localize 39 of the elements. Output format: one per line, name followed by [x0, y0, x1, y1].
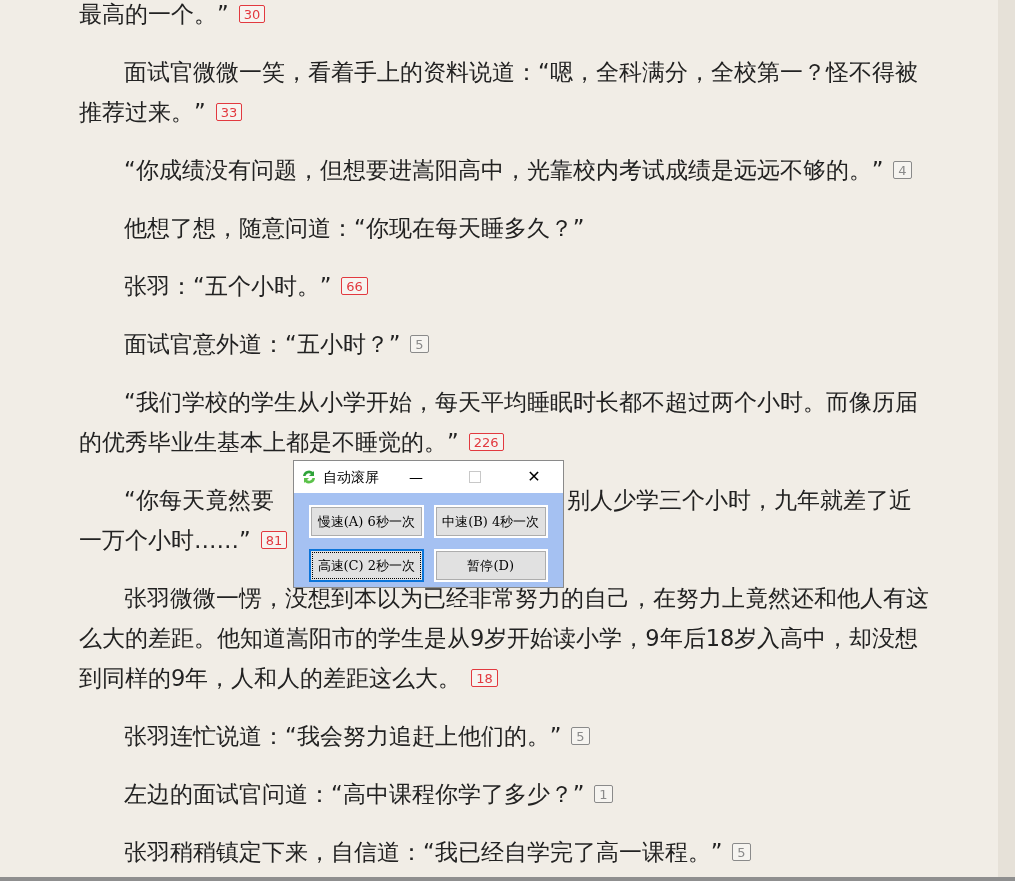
speed-button[interactable]: 高速(C) 2秒一次 — [309, 549, 424, 582]
paragraph-text: 张羽：“五个小时。” — [124, 272, 332, 301]
paragraph-text: 最高的一个。” — [79, 0, 229, 29]
comment-count-badge[interactable]: 4 — [893, 161, 912, 179]
scrollbar[interactable] — [998, 0, 1015, 877]
comment-count-badge[interactable]: 30 — [238, 5, 266, 23]
comment-count-badge[interactable]: 33 — [215, 103, 243, 121]
comment-count-badge[interactable]: 81 — [260, 531, 288, 549]
paragraph-text: “我们学校的学生从小学开始，每天平均睡眠时长都不超过两个小时。而像历届 — [124, 388, 918, 417]
comment-count-badge[interactable]: 18 — [471, 669, 498, 687]
dialog-title: 自动滚屏 — [323, 467, 379, 487]
speed-button[interactable]: 中速(B) 4秒一次 — [433, 505, 548, 538]
paragraph-text: 张羽连忙说道：“我会努力追赶上他们的。” — [124, 722, 562, 751]
paragraph-text: 张羽微微一愣，没想到本以为已经非常努力的自己，在努力上竟然还和他人有这 — [124, 584, 929, 613]
paragraph-text: “你成绩没有问题，但想要进嵩阳高中，光靠校内考试成绩是远远不够的。” — [124, 156, 884, 185]
paragraph-text: 到同样的9年，人和人的差距这么大。 — [79, 664, 462, 693]
paragraph-text: 面试官意外道：“五小时？” — [124, 330, 401, 359]
comment-count-badge[interactable]: 5 — [410, 335, 429, 353]
minimize-button[interactable]: — — [404, 465, 428, 489]
comment-count-badge[interactable]: 5 — [571, 727, 590, 745]
comment-count-badge[interactable]: 5 — [732, 843, 751, 861]
paragraph-text: 别人少学三个小时，九年就差了近 — [567, 486, 912, 515]
close-button[interactable]: ✕ — [522, 465, 546, 489]
paragraph-text: 面试官微微一笑，看着手上的资料说道：“嗯，全科满分，全校第一？怪不得被 — [124, 58, 918, 87]
speed-button[interactable]: 暂停(D) — [433, 549, 548, 582]
paragraph-text: 么大的差距。他知道嵩阳市的学生是从9岁开始读小学，9年后18岁入高中，却没想 — [79, 624, 919, 653]
paragraph-text: 推荐过来。” — [79, 98, 206, 127]
paragraph-text: 左边的面试官问道：“高中课程你学了多少？” — [124, 780, 585, 809]
paragraph-text: 他想了想，随意问道：“你现在每天睡多久？” — [124, 214, 585, 243]
speed-button[interactable]: 慢速(A) 6秒一次 — [309, 505, 424, 538]
paragraph-text: 一万个小时……” — [79, 526, 251, 555]
paragraph-text: “你每天竟然要 — [124, 486, 274, 515]
refresh-icon — [301, 469, 317, 485]
comment-count-badge[interactable]: 1 — [594, 785, 613, 803]
comment-count-badge[interactable]: 66 — [341, 277, 368, 295]
paragraph-text: 的优秀毕业生基本上都是不睡觉的。” — [79, 428, 459, 457]
paragraph-text: 张羽稍稍镇定下来，自信道：“我已经自学完了高一课程。” — [124, 838, 723, 867]
comment-count-badge[interactable]: 226 — [468, 433, 504, 451]
maximize-button[interactable] — [469, 471, 481, 483]
